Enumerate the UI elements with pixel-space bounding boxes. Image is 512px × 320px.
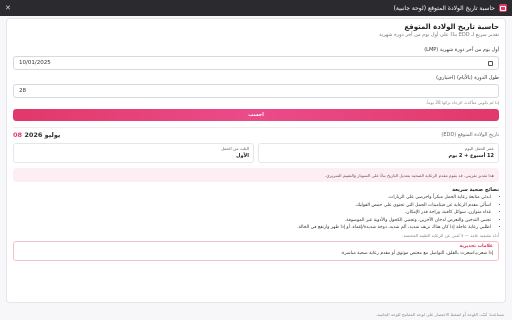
page-title: حاسبة تاريخ الولادة المتوقع [404,23,499,31]
lmp-label: أول يوم من آخر دورة شهرية (LMP) [424,47,499,53]
due-date-value: 08 يوليو 2026 [13,131,60,139]
alert-text: إذا شعرتِ/شعرتَ بالقلق، التواصل مع مختص … [340,250,493,256]
tips-title: نصائح صحية سريعة [452,187,499,193]
tip-item: اسألي مقدم الرعاية عن فيتامينات الحمل ال… [13,202,491,210]
due-date-rest: يوليو 2026 [24,131,61,139]
tip-item: اطلبي رعاية عاجلة إذا كان هناك نزيف شديد… [13,224,491,232]
cycle-value: 28 [19,88,26,94]
tip-item: تجنبي التدخين والتعرض لدخان الآخرين، وتج… [13,217,491,225]
window-titlebar: حاسبة تاريخ الولادة المتوقع (لوحة جانبية… [0,0,512,16]
side-panel: حاسبة تاريخ الولادة المتوقع تقدير سريع ل… [0,16,512,320]
due-date-day: 08 [13,131,23,139]
close-icon[interactable]: ✕ [5,4,11,12]
gestational-age-value: 12 أسبوع + 2 يوم [448,153,494,159]
calendar-icon[interactable] [488,60,493,66]
due-date-row: تاريخ الولادة المتوقع (EDD) 08 يوليو 202… [13,131,499,139]
gestational-age-label: عمر الحمل اليوم [464,146,494,151]
trimester-value: الأول [236,153,249,159]
gestational-age-box: عمر الحمل اليوم 12 أسبوع + 2 يوم [258,143,499,163]
cycle-hint: إذا لم تكوني متأكدة، الرجاء تركها 28 يوم… [425,100,499,105]
tip-item: ابدئي متابعة رعاية الحمل مبكراً واحرصي ع… [13,194,491,202]
cycle-length-input[interactable]: 28 [13,84,499,98]
lmp-value: 10/01/2025 [19,60,51,66]
page-subtitle: تقدير سريع لـ EDD بناءً على أول يوم من آ… [379,32,499,38]
calculate-button[interactable]: احسب [13,109,499,121]
due-date-label: تاريخ الولادة المتوقع (EDD) [441,132,499,138]
lmp-date-input[interactable]: 10/01/2025 [13,56,499,70]
app-icon [499,4,507,12]
trimester-label: الثلث من الحمل [220,146,249,151]
titlebar-left: حاسبة تاريخ الولادة المتوقع (لوحة جانبية… [394,4,507,12]
calculator-card: حاسبة تاريخ الولادة المتوقع تقدير سريع ل… [6,18,506,303]
tips-footer: أداة تثقيفية عامة — لا تُغني عن الرعاية … [402,232,499,238]
tips-list: ابدئي متابعة رعاية الحمل مبكراً واحرصي ع… [13,194,499,232]
alert-title: علامات تحذيرية [459,243,494,249]
estimate-notice: هذا تقدير تقريبي. قد يقوم مقدم الرعاية ا… [13,168,499,182]
trimester-box: الثلث من الحمل الأول [13,143,254,163]
divider [13,127,499,128]
stats-row: عمر الحمل اليوم 12 أسبوع + 2 يوم الثلث م… [13,143,499,163]
tip-item: غذاء متوازن، سوائل كافية، وراحة قدر الإم… [13,209,491,217]
warning-alert: علامات تحذيرية إذا شعرتِ/شعرتَ بالقلق، ا… [13,240,499,261]
cycle-label: طول الدورة (بالأيام) (اختياري) [436,75,499,81]
help-footer: مساعدة: تُثبّت اللوحة أو اضغط الاختصار ع… [375,312,504,317]
window-title: حاسبة تاريخ الولادة المتوقع (لوحة جانبية… [393,4,495,12]
